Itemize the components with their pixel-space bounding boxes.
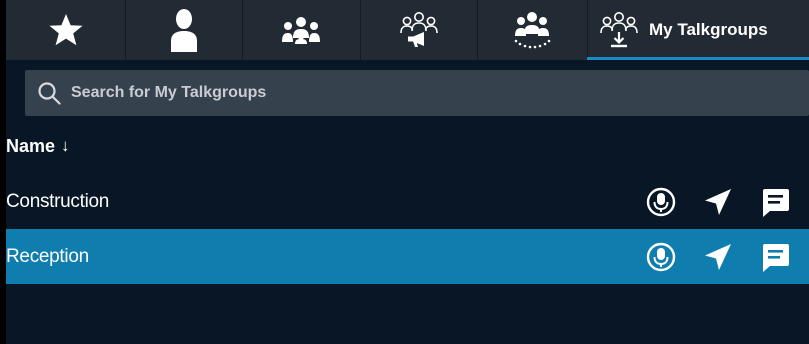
- search-input[interactable]: [71, 84, 771, 102]
- message-button[interactable]: [755, 237, 795, 277]
- column-header-label: Name: [6, 135, 56, 156]
- row-actions: [624, 229, 795, 284]
- name-column-header[interactable]: Name ↓: [6, 131, 70, 161]
- tab-favorites[interactable]: [6, 0, 126, 60]
- tab-groups[interactable]: [242, 0, 361, 60]
- user-icon: [170, 9, 197, 52]
- ptt-mic-button[interactable]: [641, 237, 681, 277]
- navigation-arrow-icon: [705, 243, 731, 270]
- talkgroup-name: Reception: [6, 245, 89, 267]
- microphone-icon: [646, 242, 676, 271]
- dispatch-group-icon: [514, 12, 551, 49]
- my-talkgroups-icon: [600, 12, 638, 48]
- users-group-icon: [282, 17, 320, 44]
- sort-arrow-down-icon: ↓: [61, 136, 70, 155]
- message-button[interactable]: [755, 182, 795, 222]
- search-bar: [25, 70, 809, 116]
- talkgroup-row-construction[interactable]: Construction: [6, 174, 809, 229]
- tab-broadcast[interactable]: [360, 0, 478, 60]
- talkgroups-panel: My Talkgroups Name ↓ Construction: [6, 0, 809, 344]
- talkgroup-row-reception[interactable]: Reception: [6, 229, 809, 284]
- tab-contacts[interactable]: [125, 0, 243, 60]
- search-icon: [38, 82, 61, 105]
- chat-message-icon: [763, 188, 789, 217]
- row-actions: [624, 174, 795, 229]
- star-icon: [48, 14, 83, 46]
- location-button[interactable]: [698, 182, 738, 222]
- broadcast-group-icon: [399, 12, 438, 47]
- microphone-icon: [646, 187, 676, 216]
- chat-message-icon: [763, 243, 789, 272]
- active-tab-indicator: [587, 57, 809, 60]
- ptt-mic-button[interactable]: [641, 182, 681, 222]
- tab-label: My Talkgroups: [649, 20, 768, 39]
- talkgroup-name: Construction: [6, 190, 110, 212]
- tab-bar: My Talkgroups: [6, 0, 809, 60]
- location-button[interactable]: [698, 237, 738, 277]
- tab-my-talkgroups[interactable]: My Talkgroups: [587, 0, 809, 60]
- tab-dispatch[interactable]: [477, 0, 588, 60]
- navigation-arrow-icon: [705, 188, 731, 215]
